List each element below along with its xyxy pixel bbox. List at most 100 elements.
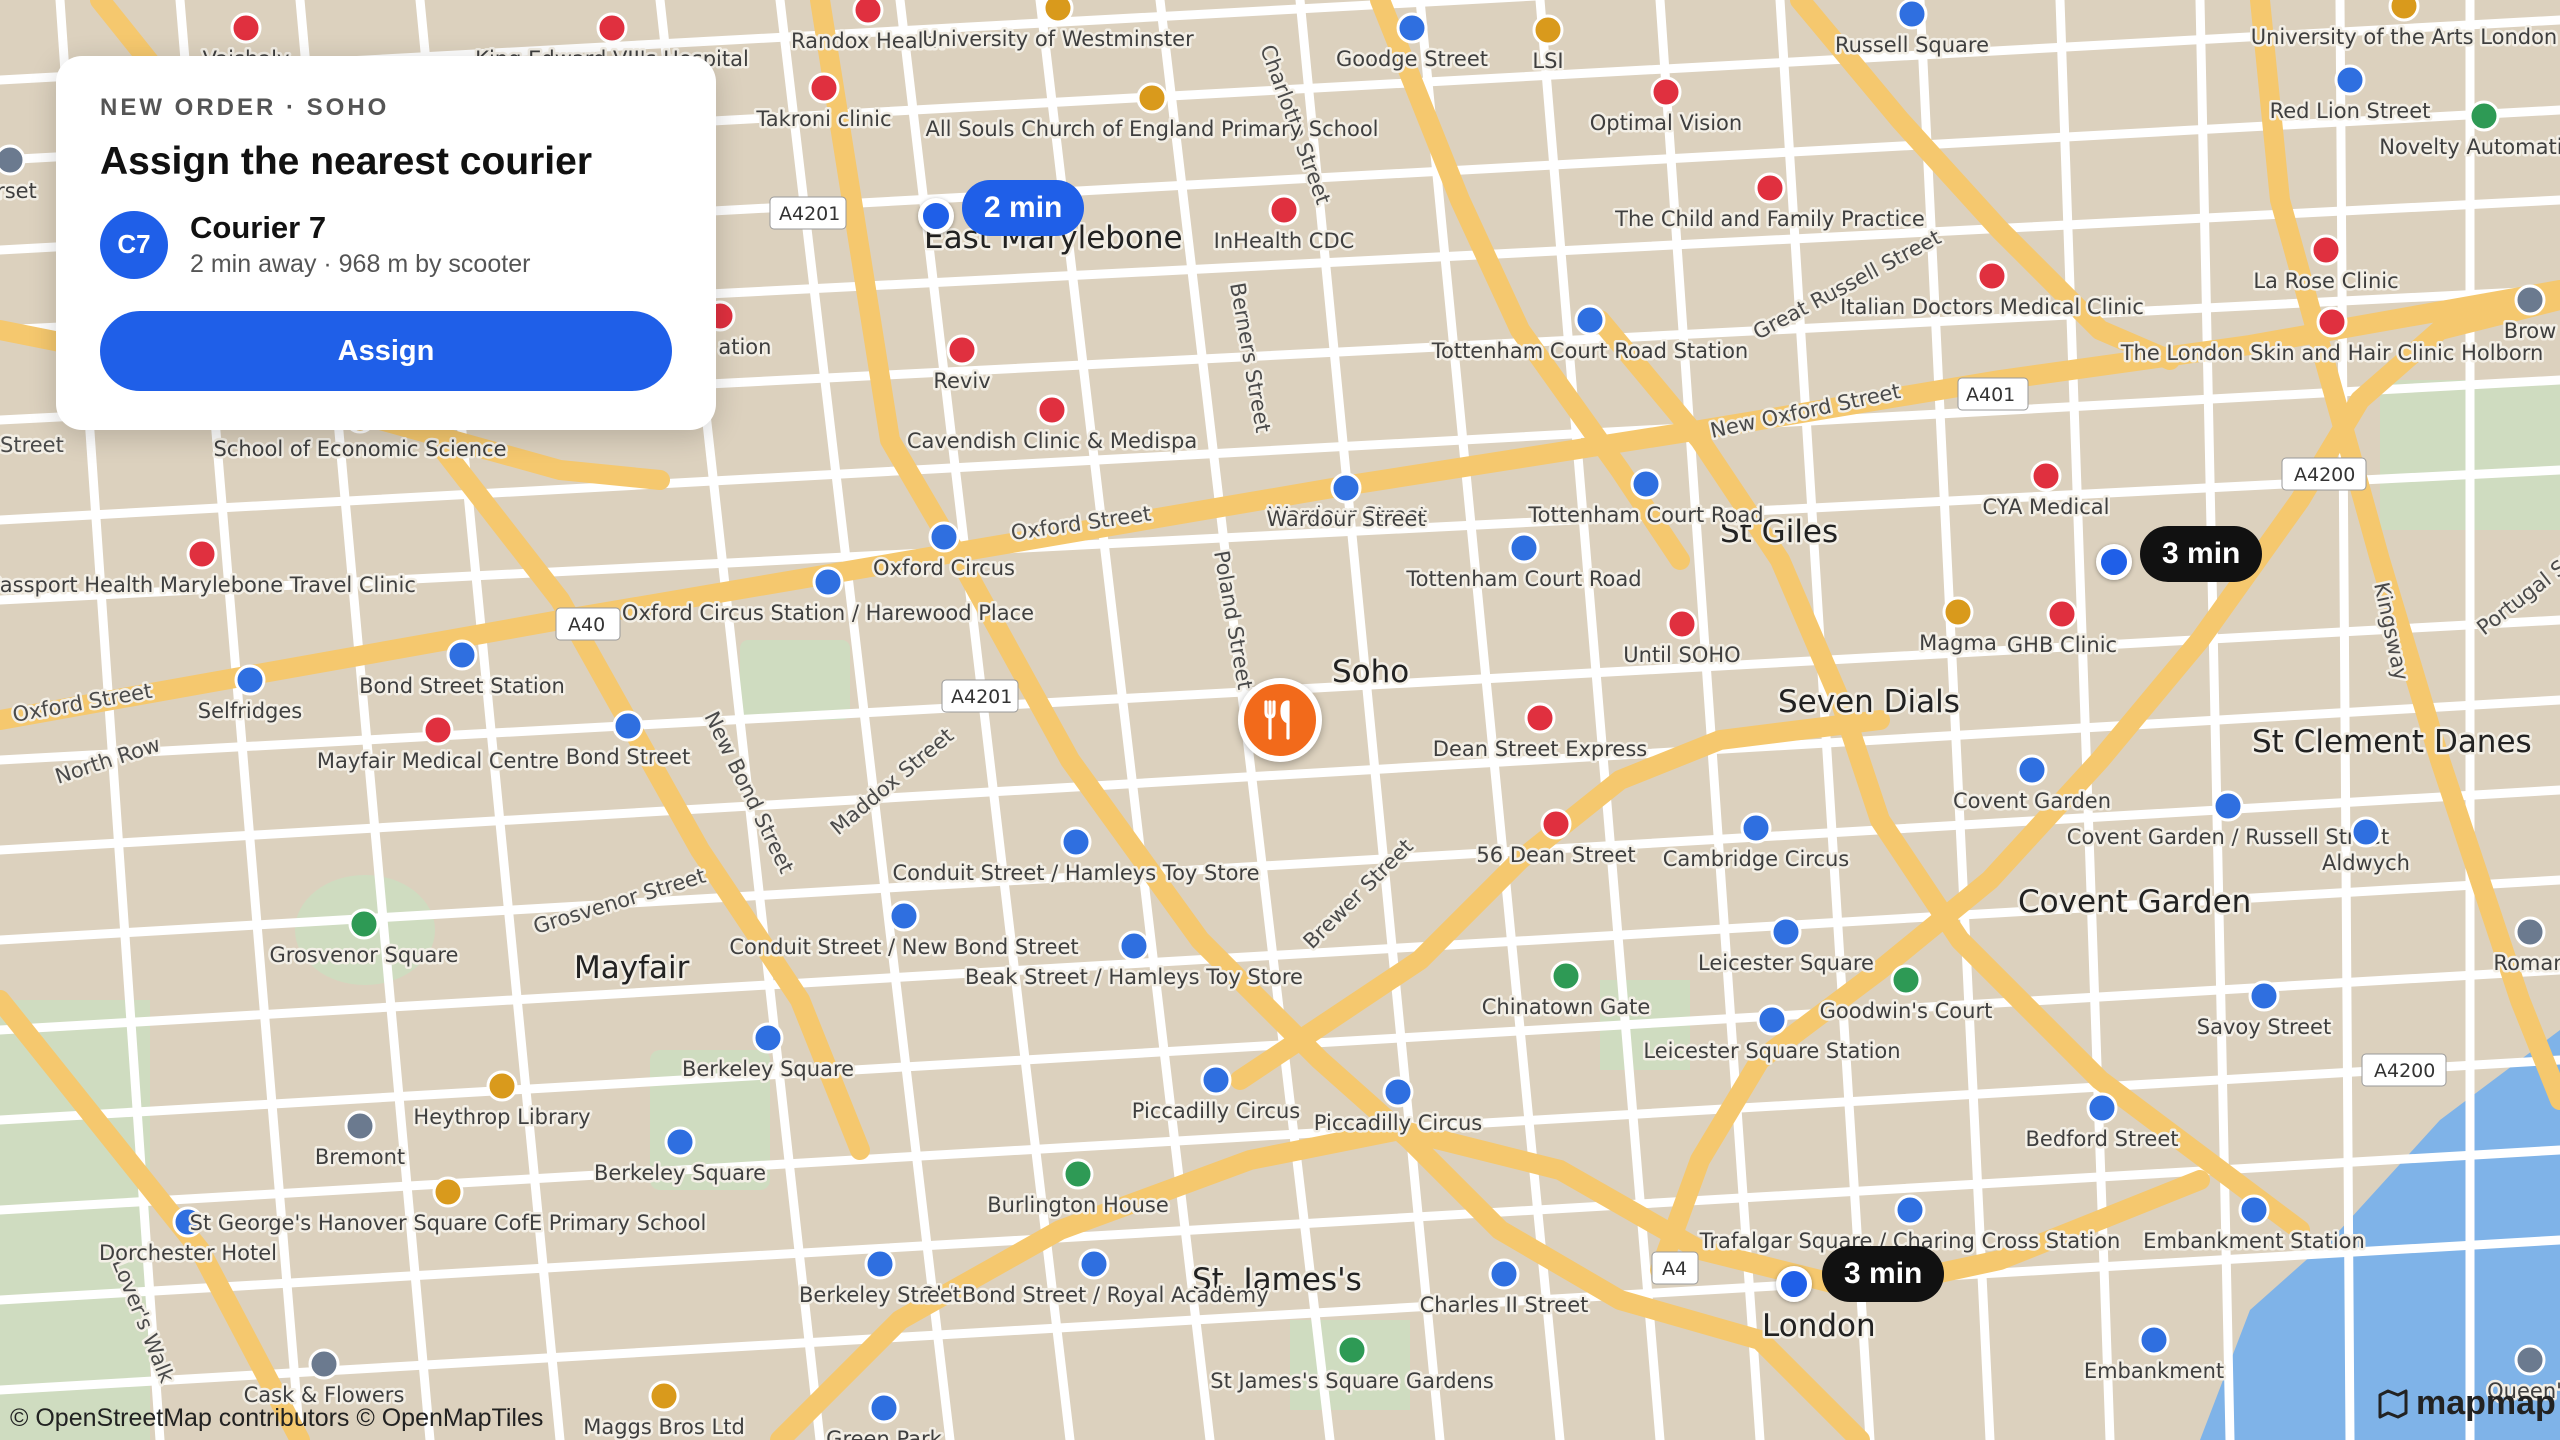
- poi-label: Dorchester Hotel: [99, 1241, 277, 1265]
- medical-cross-icon: [808, 72, 840, 104]
- poi-label: Tottenham Court Road: [1405, 567, 1641, 591]
- poi-label: CYA Medical: [1983, 495, 2110, 519]
- svg-text:A4201: A4201: [779, 203, 840, 225]
- poi-label: Tottenham Court Road Station: [1431, 339, 1749, 363]
- park-icon: [1550, 960, 1582, 992]
- poi-label: Bond Street: [566, 745, 690, 769]
- poi-label: 56 Dean Street: [1476, 843, 1635, 867]
- poi-label: GHB Clinic: [2007, 633, 2117, 657]
- bus-stop-icon: [1330, 472, 1362, 504]
- brand-name: mapmap: [2416, 1384, 2556, 1422]
- courier-info: Courier 7 2 min away · 968 m by scooter: [190, 210, 530, 279]
- poi-label: Berkeley Square: [594, 1161, 766, 1185]
- bus-stop-icon: [812, 566, 844, 598]
- bus-stop-icon: [868, 1392, 900, 1424]
- poi-label: LSI: [1532, 49, 1563, 73]
- poi-label: School of Economic Science: [213, 437, 506, 461]
- poi-label: Goodge Street: [1336, 47, 1488, 71]
- poi-label: Takroni clinic: [755, 107, 891, 131]
- poi-label: Cambridge Circus: [1663, 847, 1850, 871]
- school-icon: [432, 1176, 464, 1208]
- poi-label: The Child and Family Practice: [1614, 207, 1925, 231]
- bus-stop-icon: [888, 900, 920, 932]
- courier-summary: C7 Courier 7 2 min away · 968 m by scoot…: [100, 210, 672, 279]
- bus-stop-icon: [1396, 12, 1428, 44]
- medical-cross-icon: [230, 12, 262, 44]
- map-attribution[interactable]: © OpenStreetMap contributors © OpenMapTi…: [10, 1404, 543, 1433]
- poi-label: Aldwych: [2322, 851, 2410, 875]
- courier-avatar: C7: [100, 210, 168, 279]
- bus-stop-icon: [1756, 1004, 1788, 1036]
- bus-stop-icon: [2212, 790, 2244, 822]
- medical-cross-icon: [852, 0, 884, 26]
- medical-cross-icon: [2030, 460, 2062, 492]
- courier-marker[interactable]: [1776, 1266, 1812, 1302]
- courier-name: Courier 7: [190, 210, 327, 245]
- courier-marker[interactable]: [2096, 544, 2132, 580]
- fork-knife-icon: [1264, 700, 1290, 740]
- medical-cross-icon: [946, 334, 978, 366]
- park-icon: [1890, 964, 1922, 996]
- medical-cross-icon: [1540, 808, 1572, 840]
- poi-label: Roman: [2493, 951, 2560, 975]
- poi-label: Savoy Street: [2197, 1015, 2331, 1039]
- mapmap-logo-icon: [2378, 1389, 2408, 1418]
- courier-marker[interactable]: [918, 198, 954, 234]
- poi-label: InHealth CDC: [1214, 229, 1355, 253]
- poi-label: Conduit Street / Hamleys Toy Store: [892, 861, 1259, 885]
- bus-stop-icon: [446, 639, 478, 671]
- bus-stop-icon: [612, 710, 644, 742]
- bus-stop-icon: [1630, 468, 1662, 500]
- svg-text:A4200: A4200: [2294, 464, 2355, 486]
- poi-label: Burlington House: [987, 1193, 1169, 1217]
- svg-text:A401: A401: [1966, 384, 2015, 406]
- restaurant-marker[interactable]: [1238, 678, 1322, 762]
- poi-label: Leicester Square Station: [1643, 1039, 1900, 1063]
- place-icon: [2514, 916, 2546, 948]
- poi-label: Wardour Street: [1266, 507, 1425, 531]
- bus-stop-icon: [234, 664, 266, 696]
- poi-label: Oxford Circus Station / Harewood Place: [622, 601, 1034, 625]
- poi-label: Beak Street / Hamleys Toy Store: [965, 965, 1303, 989]
- medical-cross-icon: [596, 12, 628, 44]
- poi-label: Covent Garden: [1953, 789, 2111, 813]
- school-icon: [1042, 0, 1074, 24]
- eta-chip[interactable]: 3 min: [1822, 1246, 1945, 1302]
- bus-stop-icon: [864, 1248, 896, 1280]
- school-icon: [1136, 82, 1168, 114]
- poi-label: Conduit Street / New Bond Street: [729, 935, 1078, 959]
- poi-label: Bremont: [315, 1145, 405, 1169]
- svg-text:Soho: Soho: [1332, 654, 1409, 690]
- order-card: NEW ORDER · SOHO Assign the nearest cour…: [56, 56, 716, 430]
- bus-stop-icon: [1896, 0, 1928, 30]
- poi-label: Berkeley Street: [799, 1283, 961, 1307]
- medical-cross-icon: [1036, 394, 1068, 426]
- place-icon: [344, 1110, 376, 1142]
- eta-chip[interactable]: 3 min: [2140, 526, 2263, 582]
- poi-label: Charles II Street: [1420, 1293, 1589, 1317]
- poi-label: University of Westminster: [922, 27, 1194, 51]
- medical-cross-icon: [1666, 608, 1698, 640]
- bus-stop-icon: [2138, 1324, 2170, 1356]
- bus-stop-icon: [1078, 1248, 1110, 1280]
- medical-cross-icon: [1524, 702, 1556, 734]
- bus-stop-icon: [928, 521, 960, 553]
- place-icon: [308, 1348, 340, 1380]
- medical-cross-icon: [422, 714, 454, 746]
- bus-stop-icon: [1200, 1064, 1232, 1096]
- school-icon: [1532, 14, 1564, 46]
- school-icon: [648, 1380, 680, 1412]
- poi-label: Red Lion Street: [2270, 99, 2431, 123]
- bus-stop-icon: [2016, 754, 2048, 786]
- medical-cross-icon: [1650, 76, 1682, 108]
- poi-label: Leicester Square: [1698, 951, 1874, 975]
- poi-label: Reviv: [933, 369, 990, 393]
- poi-label: Embankment Station: [2143, 1229, 2365, 1253]
- svg-text:St Clement Danes: St Clement Danes: [2252, 724, 2532, 760]
- poi-label: Novelty Automation: [2379, 135, 2560, 159]
- bus-stop-icon: [2350, 816, 2382, 848]
- svg-text:A4: A4: [1662, 1258, 1687, 1280]
- poi-label: Grosvenor Square: [270, 943, 459, 967]
- eta-chip-selected[interactable]: 2 min: [962, 180, 1085, 236]
- assign-button[interactable]: Assign: [100, 311, 672, 391]
